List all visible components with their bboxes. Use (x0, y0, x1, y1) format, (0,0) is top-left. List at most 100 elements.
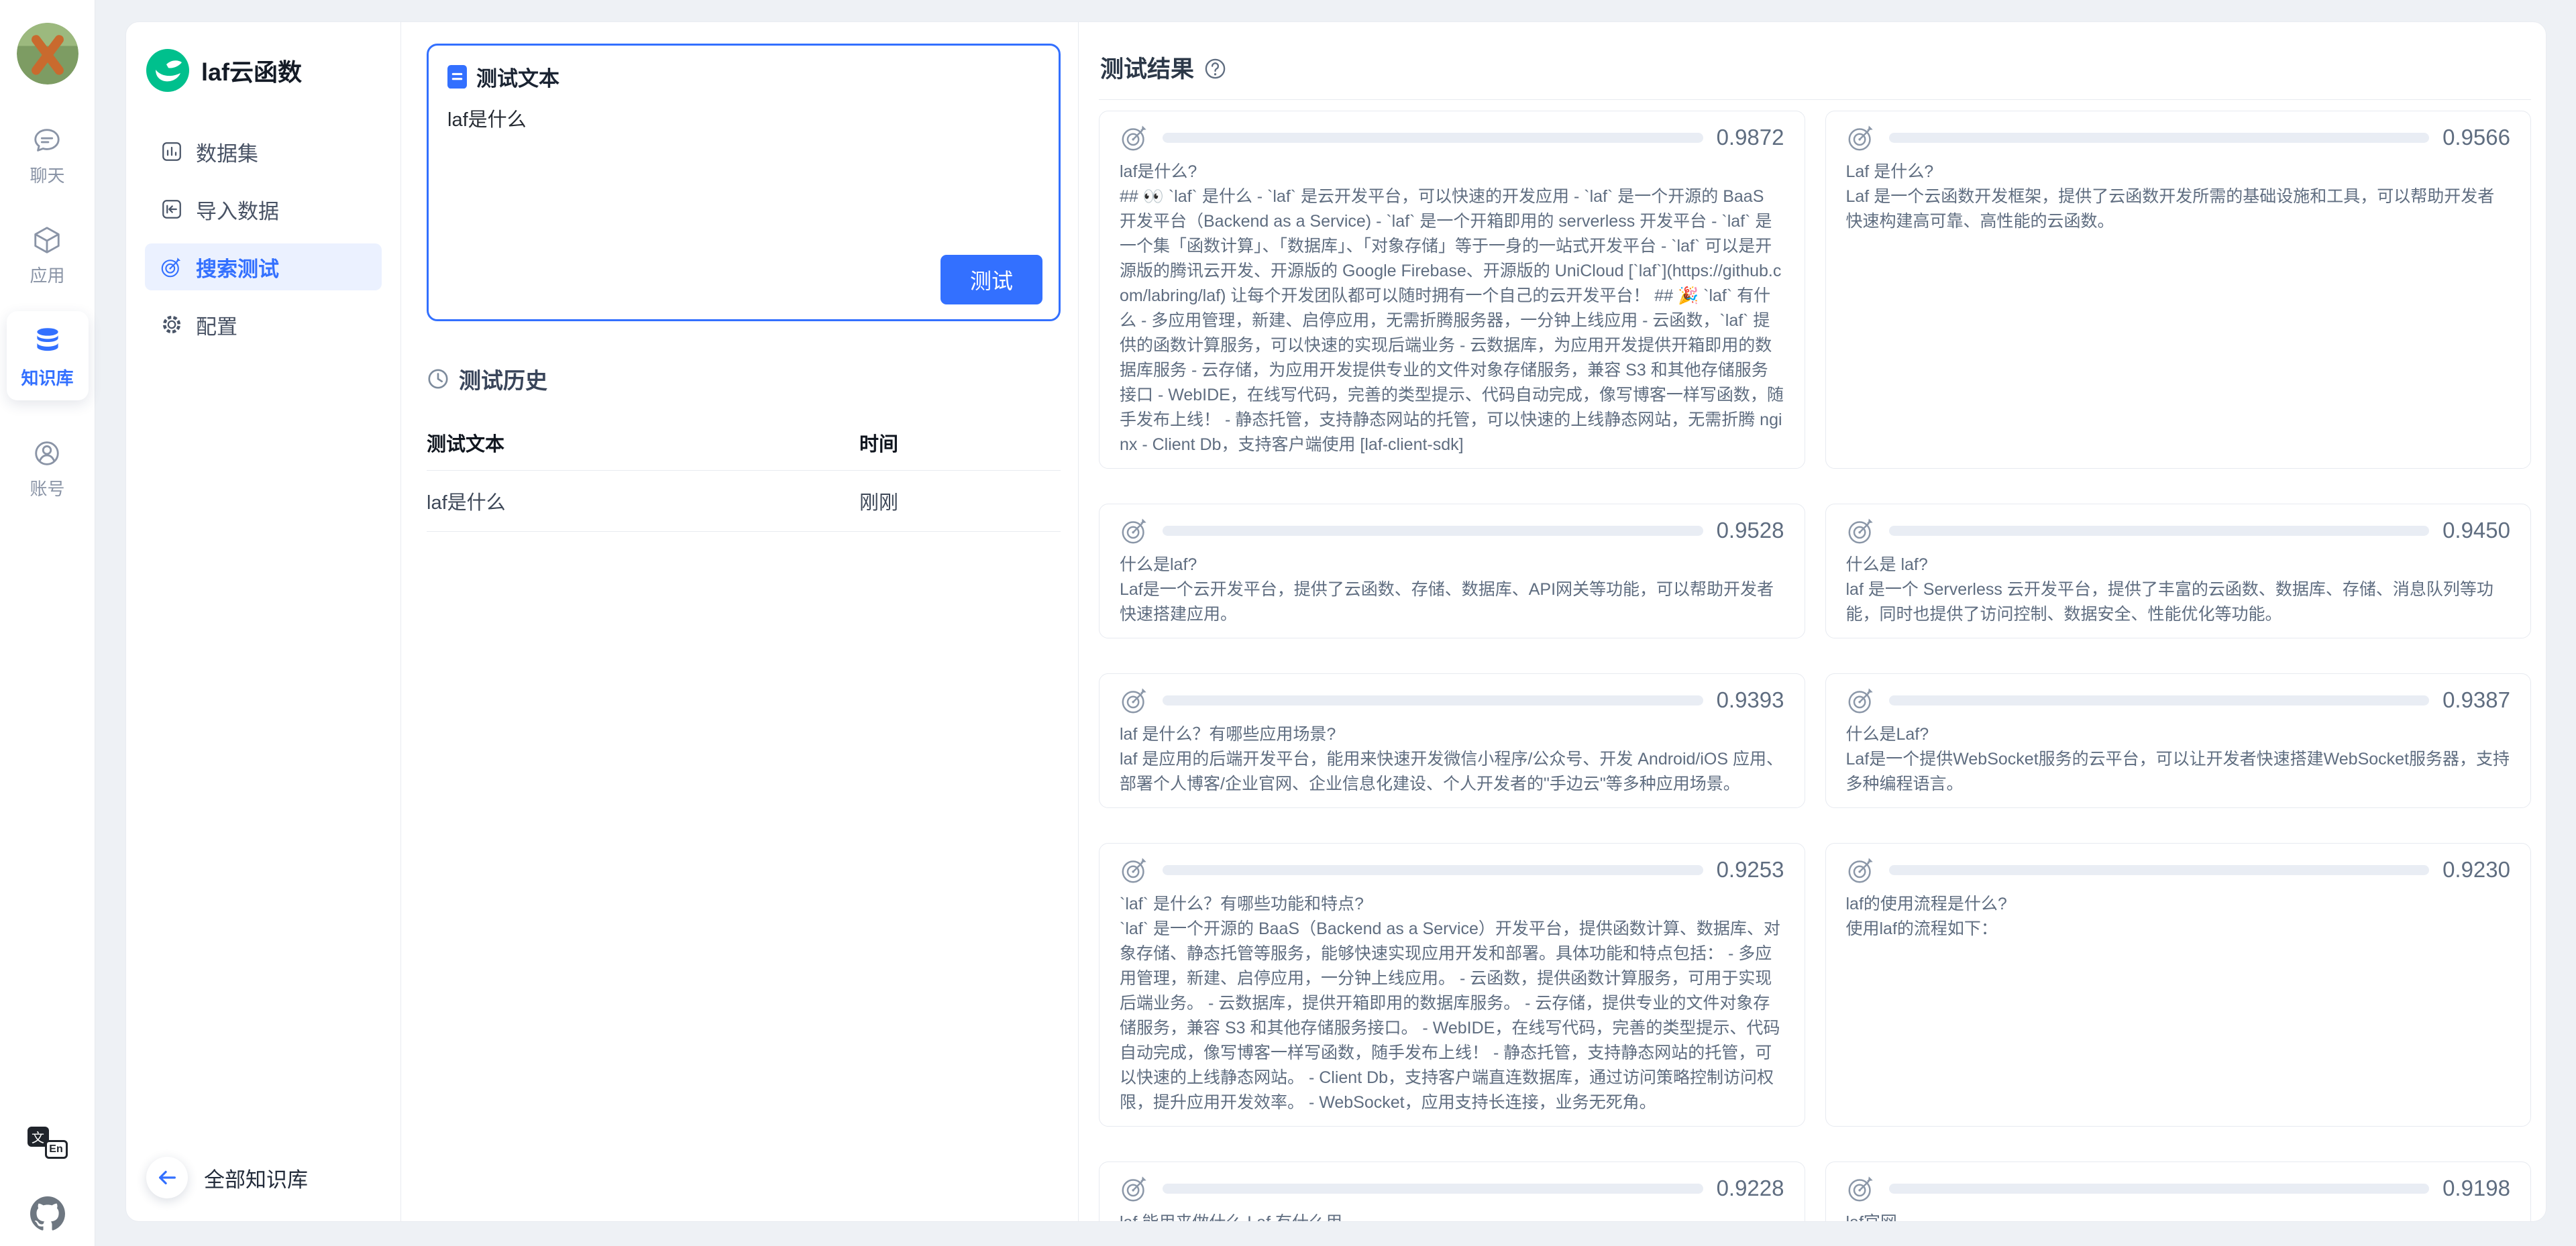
score-bar (1889, 865, 2430, 875)
score-bar (1163, 133, 1703, 143)
result-question: `laf` 是什么？有哪些功能和特点? (1120, 892, 1784, 917)
score-bar (1163, 526, 1703, 536)
result-answer: Laf是一个提供WebSocket服务的云平台，可以让开发者快速搭建WebSoc… (1846, 747, 2511, 797)
rail-item-chat[interactable]: 聊天 (30, 125, 64, 187)
document-icon (447, 65, 467, 89)
laf-logo-icon (146, 49, 189, 92)
rail-item-account[interactable]: 账号 (30, 438, 64, 500)
result-card: 0.9253 `laf` 是什么？有哪些功能和特点? `laf` 是一个开源的 … (1099, 843, 1805, 1127)
result-question: 什么是 laf? (1846, 553, 2511, 577)
history-col-text: 测试文本 (427, 414, 859, 471)
test-history-title: 测试历史 (459, 363, 547, 395)
result-card: 0.9566 Laf 是什么? Laf 是一个云函数开发框架，提供了云函数开发所… (1825, 111, 2532, 469)
dataset-header: laf云函数 (145, 49, 382, 92)
result-answer: `laf` 是一个开源的 BaaS（Backend as a Service）开… (1120, 917, 1784, 1115)
result-card: 0.9230 laf的使用流程是什么? 使用laf的流程如下： (1825, 843, 2532, 1127)
test-text-label-row: 测试文本 (447, 62, 1040, 92)
language-switch-icon[interactable]: 文 En (28, 1127, 68, 1159)
score-value: 0.9450 (2443, 518, 2510, 543)
sidebar-item-label: 数据集 (196, 137, 258, 167)
cube-icon (32, 225, 62, 256)
target-icon (1846, 685, 1877, 716)
result-card: 0.9387 什么是Laf? Laf是一个提供WebSocket服务的云平台，可… (1825, 673, 2532, 808)
score-row: 0.9528 (1120, 515, 1784, 546)
rail-bottom: 文 En (28, 1127, 68, 1246)
rail-item-knowledge-base[interactable]: 知识库 (7, 311, 89, 400)
result-answer: 使用laf的流程如下： (1846, 917, 2511, 942)
score-bar (1163, 695, 1703, 705)
sidebar-item-label: 配置 (196, 310, 237, 340)
test-history-header: 测试历史 (427, 363, 1061, 395)
table-row[interactable]: laf是什么 刚刚 (427, 471, 1061, 532)
score-row: 0.9228 (1120, 1173, 1784, 1204)
score-bar (1889, 695, 2430, 705)
result-question: laf的使用流程是什么? (1846, 892, 2511, 917)
avatar-photo-icon (17, 23, 78, 84)
score-value: 0.9566 (2443, 125, 2510, 150)
result-question: laf官网 (1846, 1210, 2511, 1222)
github-icon[interactable] (30, 1196, 65, 1231)
rail-item-label: 应用 (30, 262, 64, 287)
sidebar-item-config[interactable]: 配置 (145, 301, 382, 348)
result-question: laf是什么? (1120, 160, 1784, 184)
dataset-title: laf云函数 (201, 53, 302, 88)
score-value: 0.9393 (1717, 687, 1784, 713)
target-icon (1120, 1173, 1150, 1204)
score-row: 0.9872 (1120, 122, 1784, 153)
sidebar-item-label: 导入数据 (196, 194, 279, 225)
main-panel: laf云函数 数据集 导入数据 (125, 21, 2546, 1222)
sidebar-item-search-test[interactable]: 搜索测试 (145, 243, 382, 290)
results-grid[interactable]: 0.9872 laf是什么? ## 👀 `laf` 是什么 - `laf` 是云… (1099, 111, 2531, 1222)
score-value: 0.9253 (1717, 857, 1784, 883)
score-value: 0.9528 (1717, 518, 1784, 543)
help-icon[interactable] (1203, 57, 1227, 80)
result-answer: laf 是一个 Serverless 云开发平台，提供了丰富的云函数、数据库、存… (1846, 577, 2511, 627)
score-value: 0.9198 (2443, 1176, 2510, 1201)
target-icon (1846, 515, 1877, 546)
test-history-table: 测试文本 时间 laf是什么 刚刚 (427, 414, 1061, 532)
result-question: 什么是Laf? (1846, 722, 2511, 747)
gear-icon (160, 313, 184, 337)
sidebar-item-label: 搜索测试 (196, 252, 279, 282)
target-icon (1846, 122, 1877, 153)
test-text-input[interactable]: laf是什么 (447, 104, 1040, 265)
rail-item-label: 聊天 (30, 162, 64, 187)
target-icon (1120, 685, 1150, 716)
score-row: 0.9387 (1846, 685, 2511, 716)
score-value: 0.9228 (1717, 1176, 1784, 1201)
result-answer: Laf是一个云开发平台，提供了云函数、存储、数据库、API网关等功能，可以帮助开… (1120, 577, 1784, 627)
database-icon (31, 325, 64, 358)
score-row: 0.9230 (1846, 854, 2511, 885)
score-bar (1889, 133, 2430, 143)
score-row: 0.9566 (1846, 122, 2511, 153)
score-bar (1889, 1184, 2430, 1194)
all-knowledge-bases-button[interactable]: 全部知识库 (145, 1150, 382, 1202)
result-question: laf 是什么？有哪些应用场景? (1120, 722, 1784, 747)
result-card: 0.9528 什么是laf? Laf是一个云开发平台，提供了云函数、存储、数据库… (1099, 504, 1805, 638)
results-section: 测试结果 0.9872 (1079, 22, 2546, 1221)
target-icon (1846, 854, 1877, 885)
rail-item-label: 账号 (30, 475, 64, 500)
result-question: laf 能用来做什么 Laf 有什么用 (1120, 1210, 1784, 1222)
test-button[interactable]: 测试 (941, 255, 1042, 304)
result-question: 什么是laf? (1120, 553, 1784, 577)
all-knowledge-bases-label: 全部知识库 (204, 1163, 308, 1193)
dataset-sidebar: laf云函数 数据集 导入数据 (126, 22, 401, 1221)
target-icon (160, 255, 184, 279)
result-question: Laf 是什么? (1846, 160, 2511, 184)
chat-icon (32, 125, 62, 156)
result-answer: laf 是应用的后端开发平台，能用来快速开发微信小程序/公众号、开发 Andro… (1120, 747, 1784, 797)
bar-chart-icon (160, 139, 184, 164)
arrow-left-icon (146, 1157, 188, 1198)
sidebar-item-import-data[interactable]: 导入数据 (145, 186, 382, 233)
target-icon (1846, 1173, 1877, 1204)
test-text-box: 测试文本 laf是什么 测试 (427, 44, 1061, 321)
results-header: 测试结果 (1099, 41, 2531, 100)
avatar[interactable] (17, 23, 78, 84)
score-value: 0.9872 (1717, 125, 1784, 150)
score-value: 0.9387 (2443, 687, 2510, 713)
sidebar-item-dataset[interactable]: 数据集 (145, 128, 382, 175)
test-text-label: 测试文本 (476, 62, 559, 92)
score-value: 0.9230 (2443, 857, 2510, 883)
rail-item-apps[interactable]: 应用 (30, 225, 64, 287)
